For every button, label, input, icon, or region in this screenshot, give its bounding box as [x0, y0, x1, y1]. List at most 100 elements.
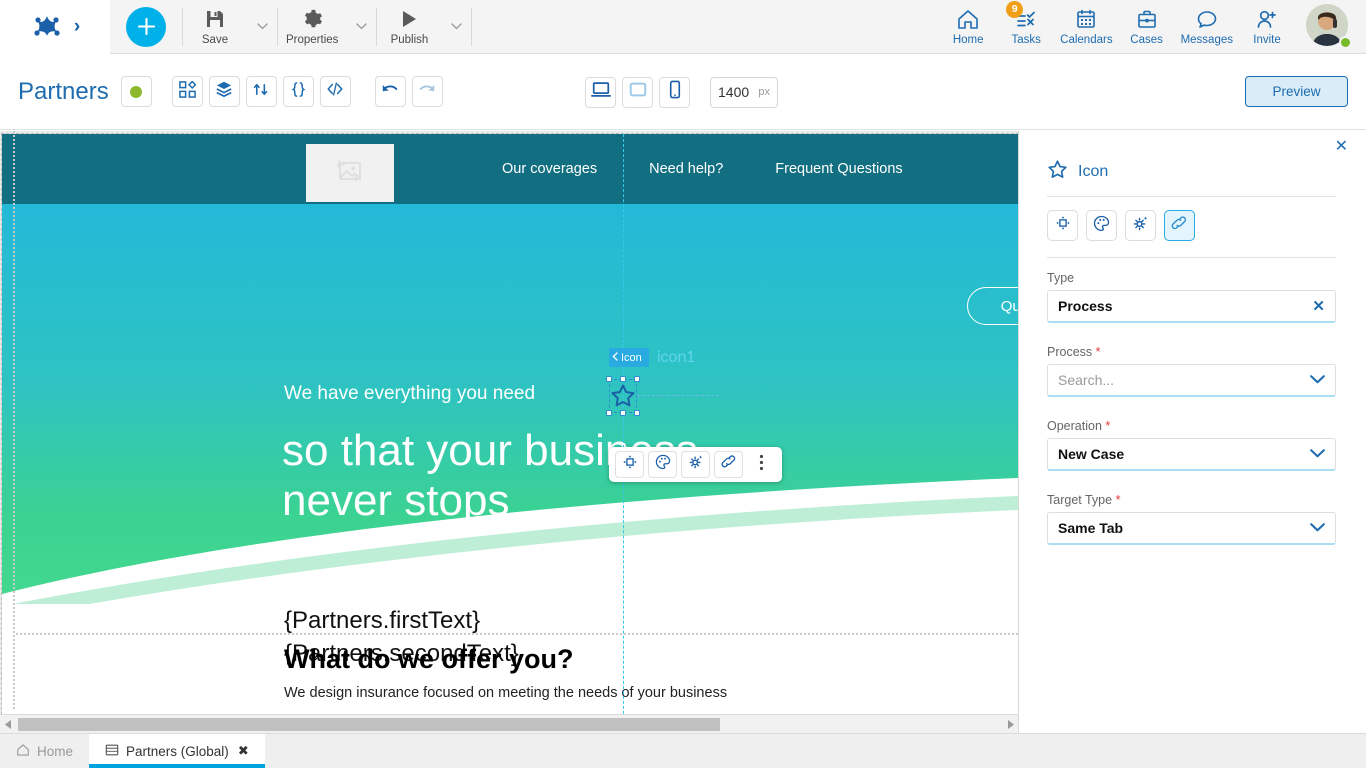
- site-nav-link[interactable]: Our coverages: [502, 161, 597, 177]
- cases-icon: [1135, 7, 1159, 31]
- hero-subtitle: We have everything you need: [284, 383, 536, 404]
- field-type-control[interactable]: Process ✕: [1047, 290, 1336, 323]
- link-icon: [1171, 215, 1188, 237]
- avatar[interactable]: [1306, 3, 1352, 50]
- top-toolbar: › Save Properties Publish Home 9 Tasks C…: [0, 0, 1366, 54]
- field-operation-control[interactable]: New Case: [1047, 438, 1336, 471]
- panel-tab-link[interactable]: [1164, 210, 1195, 241]
- selected-icon-element[interactable]: Icon icon1: [606, 348, 719, 416]
- float-more-button[interactable]: [747, 451, 776, 478]
- nav-item-invite[interactable]: Invite: [1238, 0, 1296, 54]
- properties-button[interactable]: Properties: [278, 0, 346, 54]
- bizagi-logo-icon[interactable]: [30, 10, 64, 44]
- panel-header: Icon: [1047, 159, 1108, 185]
- scrollbar-thumb[interactable]: [18, 717, 720, 731]
- float-settings-button[interactable]: [681, 451, 710, 478]
- invite-icon: [1255, 7, 1279, 31]
- bottom-tab-partners-label: Partners (Global): [126, 743, 229, 759]
- site-nav-link[interactable]: Need help?: [649, 161, 723, 177]
- chevron-down-icon[interactable]: [1310, 371, 1325, 389]
- resize-handle-s[interactable]: [620, 410, 626, 416]
- panel-tab-move[interactable]: [1047, 210, 1078, 241]
- tasks-badge: 9: [1006, 0, 1024, 18]
- save-button[interactable]: Save: [183, 0, 247, 54]
- publish-dropdown-caret[interactable]: [441, 0, 471, 54]
- section-separator: [16, 633, 1018, 635]
- tablet-icon: [628, 81, 648, 103]
- field-process-label-text: Process: [1047, 345, 1093, 359]
- status-dot-button[interactable]: [120, 76, 152, 107]
- properties-label: Properties: [286, 34, 339, 46]
- code-button[interactable]: [319, 76, 351, 107]
- settings-sparkle-icon: [1132, 215, 1149, 237]
- bottom-tab-partners[interactable]: Partners (Global) ✖: [89, 734, 265, 768]
- device-tools: 1400 px: [585, 54, 778, 130]
- nav-item-calendars[interactable]: Calendars: [1055, 0, 1117, 54]
- scrollbar-track[interactable]: [16, 715, 1002, 734]
- canvas-horizontal-scrollbar[interactable]: [0, 714, 1018, 733]
- properties-dropdown-caret[interactable]: [346, 0, 376, 54]
- chevron-down-icon[interactable]: [1310, 519, 1325, 537]
- undo-button[interactable]: [374, 76, 406, 107]
- float-link-button[interactable]: [714, 451, 743, 478]
- layers-icon: [215, 80, 233, 103]
- device-tablet-button[interactable]: [622, 76, 653, 108]
- site-logo-placeholder[interactable]: [306, 144, 394, 202]
- panel-tab-palette[interactable]: [1086, 210, 1117, 241]
- field-process-control[interactable]: Search...: [1047, 364, 1336, 397]
- panel-tab-settings[interactable]: [1125, 210, 1156, 241]
- resize-handle-sw[interactable]: [606, 410, 612, 416]
- scroll-left-arrow[interactable]: [0, 715, 16, 734]
- desktop-icon: [590, 81, 611, 103]
- float-move-button[interactable]: [615, 451, 644, 478]
- publish-button[interactable]: Publish: [377, 0, 441, 54]
- canvas-width-input[interactable]: 1400 px: [710, 76, 778, 108]
- resize-handle-nw[interactable]: [606, 376, 612, 382]
- nav-item-tasks[interactable]: 9 Tasks: [997, 0, 1055, 54]
- bottom-tab-home[interactable]: Home: [0, 734, 90, 768]
- workflow-icon: [253, 81, 270, 103]
- code-icon: [326, 80, 344, 103]
- nav-item-messages[interactable]: Messages: [1176, 0, 1238, 54]
- resize-handle-n[interactable]: [620, 376, 626, 382]
- widgets-button[interactable]: [171, 76, 203, 107]
- float-palette-button[interactable]: [648, 451, 677, 478]
- widgets-icon: [178, 79, 197, 103]
- preview-button[interactable]: Preview: [1245, 76, 1348, 107]
- nav-item-cases[interactable]: Cases: [1118, 0, 1176, 54]
- field-target-type-control[interactable]: Same Tab: [1047, 512, 1336, 545]
- undo-icon: [381, 81, 399, 102]
- bottom-tab-close-icon[interactable]: ✖: [238, 743, 249, 759]
- site-cta-button[interactable]: Quote now: [967, 287, 1018, 325]
- field-operation-label-text: Operation: [1047, 419, 1102, 433]
- panel-tab-bar: [1047, 210, 1195, 241]
- nav-item-home[interactable]: Home: [939, 0, 997, 54]
- save-dropdown-caret[interactable]: [247, 0, 277, 54]
- page-preview-frame: Our coverages Need help? Frequent Questi…: [1, 133, 1018, 715]
- resize-handle-ne[interactable]: [634, 376, 640, 382]
- nav-label-invite: Invite: [1253, 34, 1281, 46]
- add-button[interactable]: [126, 6, 166, 47]
- redo-button[interactable]: [411, 76, 443, 107]
- field-target-type: Target Type * Same Tab: [1047, 493, 1336, 545]
- workflow-button[interactable]: [245, 76, 277, 107]
- layers-button[interactable]: [208, 76, 240, 107]
- resize-handle-se[interactable]: [634, 410, 640, 416]
- clear-icon[interactable]: ✕: [1312, 299, 1325, 314]
- page-toolbar: Partners 1400 px Preview: [0, 54, 1366, 130]
- scroll-right-arrow[interactable]: [1002, 715, 1018, 734]
- move-icon: [1055, 215, 1071, 236]
- field-process-value: Search...: [1058, 372, 1115, 388]
- device-desktop-button[interactable]: [585, 76, 616, 108]
- close-icon[interactable]: ✕: [1335, 139, 1348, 155]
- selection-tag[interactable]: Icon: [609, 348, 649, 367]
- braces-button[interactable]: [282, 76, 314, 107]
- field-process: Process * Search...: [1047, 345, 1336, 397]
- chevron-down-icon[interactable]: [1310, 445, 1325, 463]
- field-type-value: Process: [1058, 298, 1113, 314]
- canvas-area[interactable]: Our coverages Need help? Frequent Questi…: [0, 131, 1018, 733]
- device-mobile-button[interactable]: [659, 76, 690, 108]
- site-nav-link[interactable]: Frequent Questions: [775, 161, 902, 177]
- chevron-right-icon[interactable]: ›: [74, 17, 80, 36]
- required-marker: *: [1092, 345, 1101, 359]
